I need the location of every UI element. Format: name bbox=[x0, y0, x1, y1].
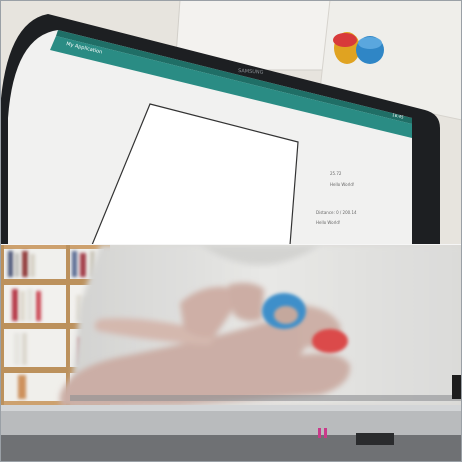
side-text-3: Distance: 0 / 200.14 bbox=[316, 210, 357, 215]
hand-scene bbox=[0, 245, 462, 462]
image-frame: My Application SAMSUNG 16:45 25.72 Hello… bbox=[0, 0, 462, 462]
red-token bbox=[333, 33, 357, 47]
side-text-4: Hello World! bbox=[316, 220, 340, 225]
device-sensor bbox=[356, 433, 394, 445]
side-text-1: 25.72 bbox=[330, 171, 342, 176]
tablet-app-photo: My Application SAMSUNG 16:45 25.72 Hello… bbox=[0, 0, 462, 245]
side-text-2: Hello World! bbox=[330, 182, 354, 187]
hand-with-rings-photo bbox=[0, 245, 462, 462]
led-indicator bbox=[318, 428, 321, 438]
tablet-scene: My Application SAMSUNG 16:45 25.72 Hello… bbox=[0, 0, 462, 245]
